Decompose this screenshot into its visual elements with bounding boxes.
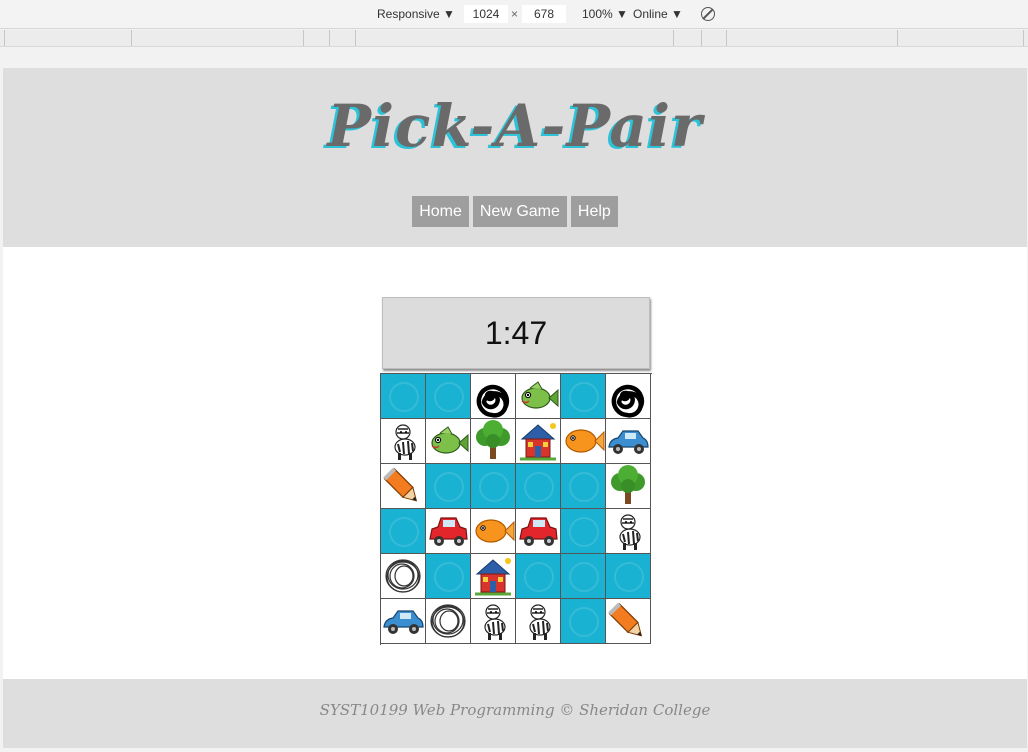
network-label: Online — [633, 7, 668, 21]
dimension-separator: × — [511, 7, 519, 21]
height-input[interactable]: 678 — [522, 5, 566, 23]
card-zebra[interactable] — [471, 599, 516, 644]
card-fish-orange[interactable] — [471, 509, 516, 554]
card-car-blue[interactable] — [381, 599, 426, 644]
footer-text: SYST10199 Web Programming © Sheridan Col… — [319, 701, 711, 719]
card-back[interactable] — [516, 464, 561, 509]
rotate-disabled-icon[interactable] — [701, 7, 715, 21]
card-back[interactable] — [426, 374, 471, 419]
page-viewport: Pick-A-Pair Home New Game Help 1:47 SYST10… — [3, 68, 1027, 748]
site-header: Pick-A-Pair Home New Game Help — [3, 68, 1027, 247]
card-fish-orange[interactable] — [561, 419, 606, 464]
card-back[interactable] — [426, 464, 471, 509]
card-zebra[interactable] — [381, 419, 426, 464]
nav-help-link[interactable]: Help — [570, 196, 618, 227]
main-nav: Home New Game Help — [3, 196, 1027, 227]
card-spiral[interactable] — [471, 374, 516, 419]
card-spiral[interactable] — [606, 374, 651, 419]
card-scribble[interactable] — [381, 554, 426, 599]
nav-new-game-link[interactable]: New Game — [472, 196, 567, 227]
card-back[interactable] — [381, 374, 426, 419]
width-input[interactable]: 1024 — [464, 5, 508, 23]
zoom-label: 100% — [582, 7, 613, 21]
card-house[interactable] — [471, 554, 516, 599]
site-footer: SYST10199 Web Programming © Sheridan Col… — [3, 679, 1027, 748]
card-back[interactable] — [561, 464, 606, 509]
card-back[interactable] — [561, 554, 606, 599]
card-car-red[interactable] — [516, 509, 561, 554]
card-scribble[interactable] — [426, 599, 471, 644]
card-pencil[interactable] — [381, 464, 426, 509]
card-back[interactable] — [381, 509, 426, 554]
device-select[interactable]: Responsive ▼ — [377, 7, 455, 21]
card-back[interactable] — [561, 374, 606, 419]
page-title: Pick-A-Pair — [327, 92, 703, 160]
card-house[interactable] — [516, 419, 561, 464]
zoom-select[interactable]: 100% ▼ — [582, 7, 628, 21]
game-board — [380, 373, 652, 645]
card-fish-green[interactable] — [516, 374, 561, 419]
card-back[interactable] — [471, 464, 516, 509]
device-label: Responsive — [377, 7, 440, 21]
card-pencil[interactable] — [606, 599, 651, 644]
network-select[interactable]: Online ▼ — [633, 7, 683, 21]
card-car-red[interactable] — [426, 509, 471, 554]
media-query-ruler[interactable] — [0, 30, 1028, 47]
card-tree[interactable] — [606, 464, 651, 509]
card-back[interactable] — [426, 554, 471, 599]
card-tree[interactable] — [471, 419, 516, 464]
devtools-toolbar: Responsive ▼ 1024 × 678 100% ▼ Online ▼ — [0, 0, 1028, 29]
card-car-blue[interactable] — [606, 419, 651, 464]
card-zebra[interactable] — [516, 599, 561, 644]
card-zebra[interactable] — [606, 509, 651, 554]
card-fish-green[interactable] — [426, 419, 471, 464]
card-back[interactable] — [561, 599, 606, 644]
card-back[interactable] — [561, 509, 606, 554]
nav-home-link[interactable]: Home — [412, 196, 469, 227]
card-back[interactable] — [606, 554, 651, 599]
game-timer: 1:47 — [382, 297, 650, 369]
card-back[interactable] — [516, 554, 561, 599]
